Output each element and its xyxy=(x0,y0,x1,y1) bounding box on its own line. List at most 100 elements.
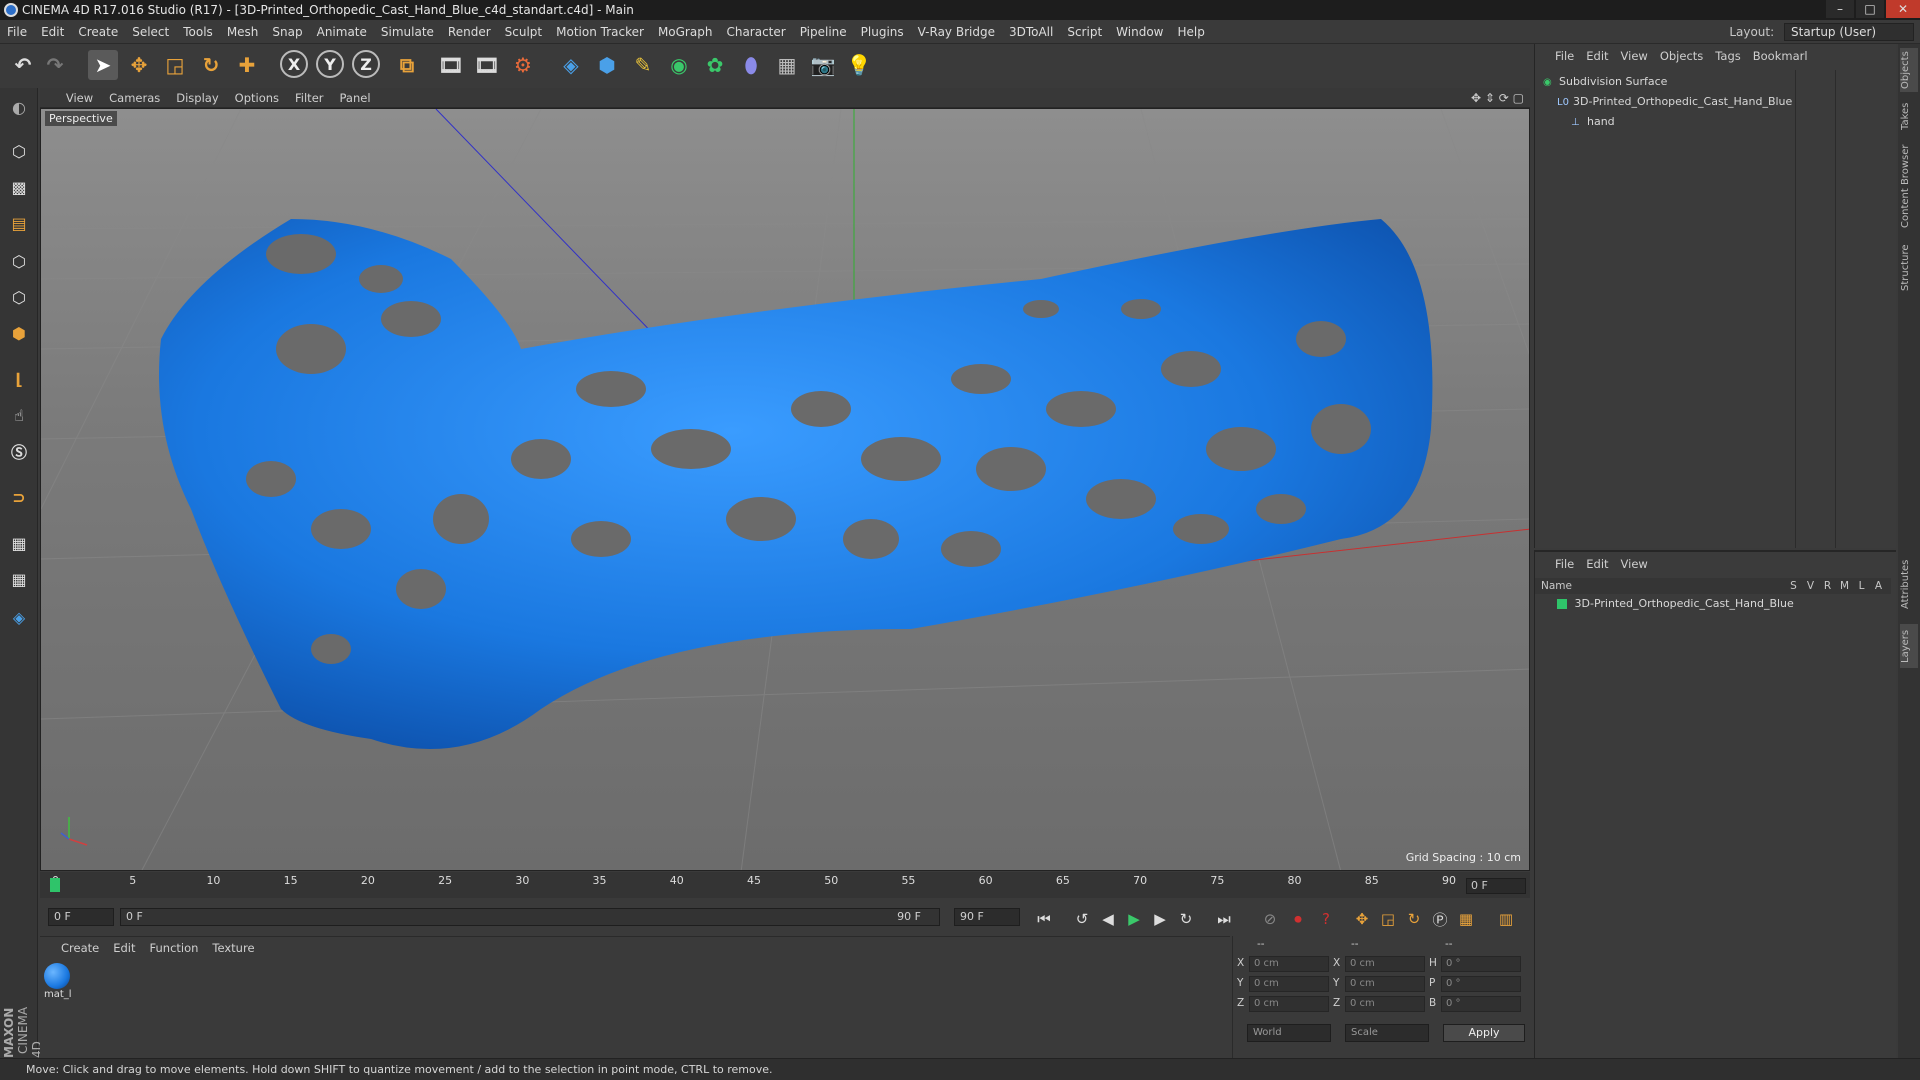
layer-menu-file[interactable]: File xyxy=(1549,552,1580,576)
light-icon[interactable]: 💡 xyxy=(844,50,874,80)
next-key-icon[interactable]: ↻ xyxy=(1174,907,1198,931)
menu-script[interactable]: Script xyxy=(1060,20,1109,44)
rotate-tool-icon[interactable]: ↻ xyxy=(196,50,226,80)
tab-takes[interactable]: Takes xyxy=(1900,98,1918,134)
edges-mode-icon[interactable]: ⬡ xyxy=(4,282,34,312)
coord-field[interactable]: 0 cm xyxy=(1345,996,1425,1012)
coord-field[interactable]: 0 cm xyxy=(1345,976,1425,992)
close-button[interactable]: ✕ xyxy=(1886,0,1920,18)
menu-render[interactable]: Render xyxy=(441,20,498,44)
polygons-mode-icon[interactable]: ⬢ xyxy=(4,318,34,348)
menu-mograph[interactable]: MoGraph xyxy=(651,20,720,44)
make-editable-icon[interactable]: ◐ xyxy=(4,92,34,122)
render-view-icon[interactable]: 🎞 xyxy=(436,50,466,80)
coord-field[interactable]: 0 ° xyxy=(1441,996,1521,1012)
layer-menu-view[interactable]: View xyxy=(1615,552,1654,576)
locked-workplane-icon[interactable]: ▦ xyxy=(4,528,34,558)
coord-field[interactable]: 0 ° xyxy=(1441,956,1521,972)
timeline-ruler[interactable]: 051015202530354045505560657075808590 0 F xyxy=(40,872,1530,898)
material-menu-texture[interactable]: Texture xyxy=(205,937,261,959)
layer-flag-l[interactable]: L xyxy=(1853,578,1870,594)
object-menu-tags[interactable]: Tags xyxy=(1709,44,1746,68)
layer-flag-s[interactable]: S xyxy=(1785,578,1802,594)
key-rotation-icon[interactable]: ↻ xyxy=(1402,907,1426,931)
render-settings-icon[interactable]: ⚙ xyxy=(508,50,538,80)
layer-flag-r[interactable]: R xyxy=(1819,578,1836,594)
recent-tool-icon[interactable]: ✚ xyxy=(232,50,262,80)
undo-icon[interactable]: ↶ xyxy=(8,50,38,80)
menu-help[interactable]: Help xyxy=(1170,20,1211,44)
redo-icon[interactable]: ↷ xyxy=(40,50,70,80)
cube-primitive-icon[interactable]: ⬢ xyxy=(592,50,622,80)
layout-dropdown[interactable]: Startup (User) xyxy=(1784,23,1914,41)
menu-motion-tracker[interactable]: Motion Tracker xyxy=(549,20,651,44)
coordinate-system-icon[interactable]: ⧉ xyxy=(392,50,422,80)
deformer-icon[interactable]: ⬮ xyxy=(736,50,766,80)
goto-end-icon[interactable]: ⏭ xyxy=(1212,907,1236,931)
object-menu-view[interactable]: View xyxy=(1615,44,1654,68)
menu-character[interactable]: Character xyxy=(719,20,792,44)
object-menu-edit[interactable]: Edit xyxy=(1580,44,1614,68)
model-mode-icon[interactable]: ⬡ xyxy=(4,136,34,166)
coordinate-space-dropdown[interactable]: World xyxy=(1247,1024,1331,1042)
menu-window[interactable]: Window xyxy=(1109,20,1170,44)
play-forward-icon[interactable]: ▶ xyxy=(1122,907,1146,931)
start-frame-field[interactable]: 0 F xyxy=(48,908,114,926)
planar-workplane-icon[interactable]: ▦ xyxy=(4,564,34,594)
coord-field[interactable]: 0 cm xyxy=(1249,956,1329,972)
record-off-icon[interactable]: ⊘ xyxy=(1258,907,1282,931)
python-icon[interactable]: ◈ xyxy=(556,50,586,80)
cloner-icon[interactable]: ✿ xyxy=(700,50,730,80)
magnet-icon[interactable]: ⊃ xyxy=(4,482,34,512)
python-script-icon[interactable]: ◈ xyxy=(4,602,34,632)
coord-field[interactable]: 0 ° xyxy=(1441,976,1521,992)
menu-select[interactable]: Select xyxy=(125,20,176,44)
apply-button[interactable]: Apply xyxy=(1443,1024,1525,1042)
workplane-mode-icon[interactable]: ▤ xyxy=(4,208,34,238)
object-row[interactable]: L0 3D-Printed_Orthopedic_Cast_Hand_Blue xyxy=(1535,92,1891,112)
subdivision-surface-icon[interactable]: ◉ xyxy=(664,50,694,80)
layer-row[interactable]: 3D-Printed_Orthopedic_Cast_Hand_Blue xyxy=(1535,594,1891,614)
render-picture-viewer-icon[interactable]: 🎞 xyxy=(472,50,502,80)
frame-range-slider[interactable]: 0 F 90 F xyxy=(120,908,940,926)
snapping-icon[interactable]: Ⓢ xyxy=(4,436,34,466)
tab-objects[interactable]: Objects xyxy=(1900,48,1918,92)
minimize-button[interactable]: – xyxy=(1826,0,1854,18)
viewport-menu-options[interactable]: Options xyxy=(227,88,287,108)
camera-label[interactable]: Perspective xyxy=(45,111,117,126)
floor-icon[interactable]: ▦ xyxy=(772,50,802,80)
menu-3dtoall[interactable]: 3DToAll xyxy=(1002,20,1060,44)
autokey-help-icon[interactable]: ? xyxy=(1314,907,1338,931)
timeline-layout-icon[interactable]: ▥ xyxy=(1494,907,1518,931)
menu-pipeline[interactable]: Pipeline xyxy=(793,20,854,44)
select-arrow-icon[interactable]: ➤ xyxy=(88,50,118,80)
spline-pen-icon[interactable]: ✎ xyxy=(628,50,658,80)
menu-tools[interactable]: Tools xyxy=(176,20,220,44)
previous-frame-icon[interactable]: ◀ xyxy=(1096,907,1120,931)
object-row[interactable]: ⊥ hand xyxy=(1535,112,1891,132)
material-menu-edit[interactable]: Edit xyxy=(106,937,142,959)
key-position-icon[interactable]: ✥ xyxy=(1350,907,1374,931)
tweak-mode-icon[interactable]: ☝ xyxy=(4,400,34,430)
menu-snap[interactable]: Snap xyxy=(265,20,309,44)
layer-menu-edit[interactable]: Edit xyxy=(1580,552,1614,576)
menu-file[interactable]: File xyxy=(0,20,34,44)
coord-field[interactable]: 0 cm xyxy=(1345,956,1425,972)
object-row[interactable]: ◉ Subdivision Surface xyxy=(1535,72,1891,92)
menu-edit[interactable]: Edit xyxy=(34,20,71,44)
coord-field[interactable]: 0 cm xyxy=(1249,996,1329,1012)
tab-attributes[interactable]: Attributes xyxy=(1900,552,1918,616)
object-menu-file[interactable]: File xyxy=(1549,44,1580,68)
end-frame-field[interactable]: 90 F xyxy=(954,908,1020,926)
menu-v-ray-bridge[interactable]: V-Ray Bridge xyxy=(911,20,1002,44)
menu-sculpt[interactable]: Sculpt xyxy=(498,20,549,44)
move-tool-icon[interactable]: ✥ xyxy=(124,50,154,80)
viewport-menu-display[interactable]: Display xyxy=(168,88,226,108)
tab-content-browser[interactable]: Content Browser xyxy=(1900,140,1918,232)
layer-flag-v[interactable]: V xyxy=(1802,578,1819,594)
texture-mode-icon[interactable]: ▩ xyxy=(4,172,34,202)
layer-flag-a[interactable]: A xyxy=(1870,578,1887,594)
size-mode-dropdown[interactable]: Scale xyxy=(1345,1024,1429,1042)
key-scale-icon[interactable]: ◲ xyxy=(1376,907,1400,931)
viewport-navigation-icons[interactable]: ✥ ⇕ ⟳ ▢ xyxy=(1471,88,1524,108)
